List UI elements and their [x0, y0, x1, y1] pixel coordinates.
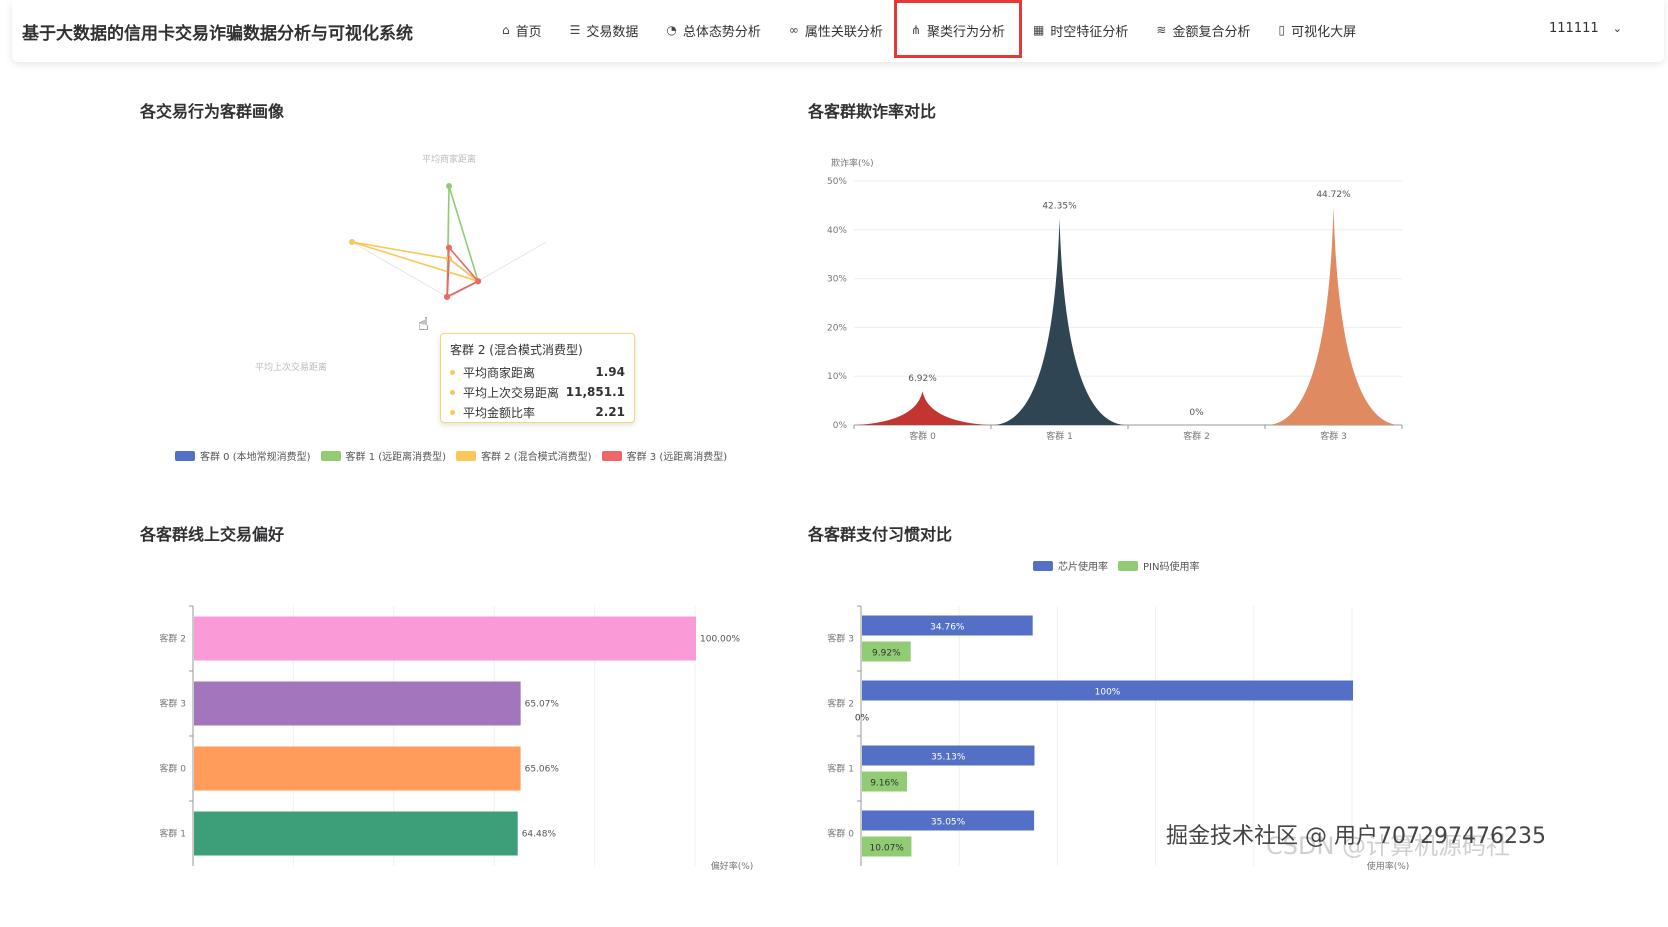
x-tick-label: 客群 0: [909, 430, 936, 442]
x-tick-label: 客群 1: [1046, 430, 1073, 442]
tooltip-row: 平均商家距离 1.94: [450, 362, 625, 382]
legend-label: PIN码使用率: [1143, 562, 1200, 573]
payment-legend: 芯片使用率 PIN码使用率: [1033, 558, 1209, 573]
tooltip-value: 1.94: [595, 365, 625, 379]
radar-point: [475, 278, 482, 285]
radar-indicator-label: 平均商家距离: [422, 153, 476, 165]
data-label: 0%: [855, 714, 870, 724]
data-label: 6.92%: [908, 374, 937, 384]
legend-swatch: [1033, 560, 1053, 571]
y-tick-label: 客群 3: [159, 698, 186, 710]
y-tick-label: 客群 0: [159, 763, 186, 775]
legend-item[interactable]: PIN码使用率: [1118, 558, 1199, 573]
tooltip-row: 平均上次交易距离 11,851.1: [450, 382, 625, 402]
legend-item[interactable]: 客群 0 (本地常规消费型): [175, 448, 311, 463]
legend-swatch: [601, 450, 622, 461]
preference-bar: [194, 681, 521, 726]
radar-series-line: [351, 241, 479, 282]
legend-item[interactable]: 客群 2 (混合模式消费型): [456, 448, 592, 463]
data-label: 35.13%: [931, 753, 966, 763]
legend-swatch: [456, 450, 477, 461]
legend-item[interactable]: 芯片使用率: [1033, 558, 1108, 573]
y-tick-label: 客群 1: [159, 828, 186, 840]
chart-tooltip: 客群 2 (混合模式消费型) 平均商家距离 1.94 平均上次交易距离 11,851…: [440, 333, 635, 423]
x-tick-label: 客群 3: [1320, 430, 1347, 442]
tooltip-value: 11,851.1: [565, 385, 625, 399]
data-label: 34.76%: [930, 623, 965, 633]
radar-point: [349, 239, 356, 245]
x-axis-title: 使用率(%): [1367, 860, 1410, 872]
tooltip-value: 2.21: [595, 405, 625, 419]
y-tick-label: 30%: [827, 275, 847, 285]
tooltip-marker: [450, 389, 455, 395]
tooltip-marker: [450, 409, 455, 415]
y-tick-label: 40%: [827, 226, 847, 236]
y-tick-label: 客群 2: [827, 698, 854, 710]
data-label: 100.00%: [700, 635, 740, 645]
x-tick-label: 客群 2: [1183, 430, 1210, 442]
y-tick-label: 客群 2: [159, 633, 186, 645]
fraud-peak: [1268, 206, 1399, 425]
legend-swatch: [1118, 560, 1138, 571]
preference-bar: [194, 811, 518, 856]
legend-label: 客群 0 (本地常规消费型): [200, 452, 311, 463]
legend-label: 芯片使用率: [1058, 562, 1108, 573]
data-label: 65.06%: [525, 765, 560, 775]
y-tick-label: 客群 0: [827, 828, 854, 840]
fraud-peak: [857, 391, 988, 425]
radar-point: [446, 183, 452, 189]
tooltip-label: 平均上次交易距离: [463, 385, 560, 400]
fraud-peak: [994, 218, 1125, 425]
data-label: 42.35%: [1042, 201, 1077, 211]
data-label: 10.07%: [870, 844, 905, 854]
data-label: 35.05%: [931, 818, 966, 828]
y-tick-label: 10%: [827, 372, 847, 382]
tooltip-row: 平均金额比率 2.21: [450, 402, 625, 422]
y-tick-label: 20%: [827, 323, 847, 333]
data-label: 0%: [1189, 408, 1204, 418]
radar-point: [446, 244, 452, 251]
data-label: 9.92%: [872, 649, 901, 659]
radar-indicator-label: 平均上次交易距离: [255, 361, 327, 373]
data-label: 9.16%: [870, 779, 899, 789]
hand-cursor-icon: ☝: [418, 314, 429, 335]
legend-swatch: [175, 450, 195, 461]
legend-label: 客群 1 (远距离消费型): [345, 452, 447, 463]
legend-item[interactable]: 客群 3 (远距离消费型): [601, 448, 728, 463]
legend-label: 客群 2 (混合模式消费型): [481, 452, 592, 463]
preference-bar: [194, 746, 521, 791]
x-axis-title: 偏好率(%): [711, 860, 754, 872]
legend-label: 客群 3 (远距离消费型): [626, 452, 728, 463]
tooltip-title: 客群 2 (混合模式消费型): [450, 343, 583, 357]
y-tick-label: 0%: [833, 421, 848, 431]
data-label: 100%: [1095, 688, 1121, 698]
preference-bar: [194, 616, 696, 661]
tooltip-marker: [450, 369, 455, 375]
tooltip-label: 平均商家距离: [463, 365, 536, 380]
tooltip-label: 平均金额比率: [463, 405, 536, 420]
radar-point: [444, 293, 451, 300]
watermark: 掘金技术社区 @ 用户707297476235: [1166, 824, 1546, 849]
data-label: 64.48%: [522, 830, 557, 840]
data-label: 65.07%: [525, 700, 560, 710]
radar-chart[interactable]: 平均商家距离平均上次交易距离平均金额比率欺诈率(%)0%10%20%30%40%…: [0, 0, 1668, 927]
data-label: 44.72%: [1316, 190, 1351, 200]
y-tick-label: 客群 1: [827, 763, 854, 775]
radar-legend: 客群 0 (本地常规消费型) 客群 1 (远距离消费型) 客群 2 (混合模式消费型…: [175, 448, 737, 463]
legend-swatch: [320, 450, 341, 461]
y-axis-title: 欺诈率(%): [831, 157, 874, 169]
y-tick-label: 客群 3: [827, 633, 854, 645]
y-tick-label: 50%: [827, 177, 847, 187]
legend-item[interactable]: 客群 1 (远距离消费型): [320, 448, 447, 463]
